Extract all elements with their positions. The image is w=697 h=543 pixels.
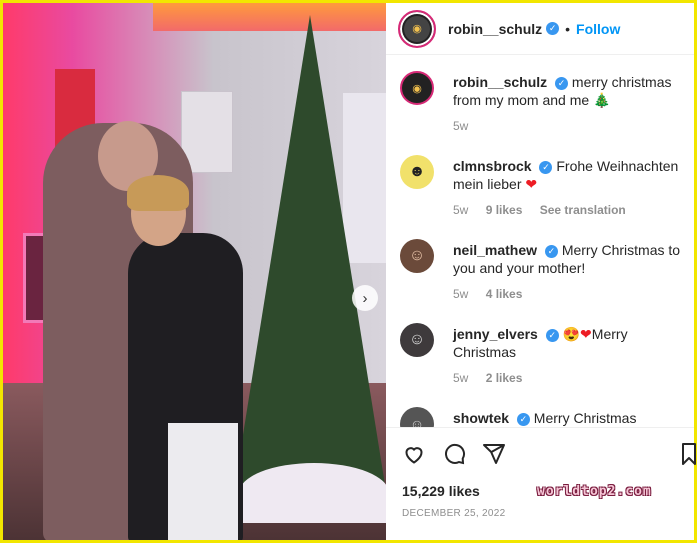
heart-outline-icon[interactable]: [402, 442, 426, 466]
comment-username[interactable]: neil_mathew: [453, 242, 537, 258]
comment-text: robin__schulz ✓ merry christmas from my …: [453, 73, 685, 109]
comment-text: neil_mathew ✓ Merry Christmas to you and…: [453, 241, 685, 277]
verified-badge-icon: ✓: [555, 76, 569, 90]
comment-age: 5w: [453, 119, 469, 133]
verified-badge-icon: ✓: [539, 160, 553, 174]
comment-age: 5w: [453, 287, 469, 301]
comment-age: 5w: [453, 203, 469, 217]
avatar-image: ☺: [408, 247, 426, 264]
verified-badge-icon: ✓: [545, 328, 559, 342]
chevron-right-icon[interactable]: ›: [352, 285, 378, 311]
post-date: DECEMBER 25, 2022: [402, 508, 506, 519]
see-translation-link[interactable]: See translation: [540, 203, 626, 217]
avatar[interactable]: ☺: [400, 407, 434, 427]
verified-badge-icon: ✓: [516, 412, 530, 426]
avatar[interactable]: ◉: [400, 71, 434, 105]
action-icons: [402, 442, 506, 466]
comment-likes[interactable]: 2 likes: [486, 371, 523, 385]
comment-bubble-icon[interactable]: [442, 442, 466, 466]
separator-dot: •: [565, 20, 571, 37]
comment-text: clmnsbrock ✓ Frohe Weihnachten mein lieb…: [453, 157, 685, 193]
comments-list[interactable]: ◉ robin__schulz ✓ merry christmas from m…: [386, 55, 694, 427]
avatar-image: ☻: [408, 163, 426, 180]
watermark: worldtop2.com: [537, 484, 652, 499]
verified-badge-icon: ✓: [544, 244, 558, 258]
heart-icon: ❤: [525, 176, 538, 192]
paper-plane-icon[interactable]: [482, 442, 506, 466]
comment-username[interactable]: robin__schulz: [453, 74, 547, 90]
comment-text: showtek ✓ Merry Christmas: [453, 409, 685, 427]
woman-hair: [127, 175, 189, 211]
post-photo[interactable]: ›: [3, 3, 386, 540]
bookmark-icon[interactable]: [682, 442, 696, 471]
comment-likes[interactable]: 4 likes: [486, 287, 523, 301]
comment-meta: 5w: [453, 119, 482, 133]
post-header: ◉ robin__schulz ✓ • Follow: [386, 3, 694, 55]
avatar-image: ☺: [409, 416, 425, 427]
avatar-image: ◉: [404, 15, 430, 42]
comment-meta: 5w 2 likes: [453, 371, 536, 385]
avatar[interactable]: ☻: [400, 155, 434, 189]
comment-meta: 5w 4 likes: [453, 287, 536, 301]
comment-username[interactable]: clmnsbrock: [453, 158, 532, 174]
comment-username[interactable]: jenny_elvers: [453, 326, 538, 342]
avatar-image: ☺: [408, 331, 426, 348]
post-sidebar: ◉ robin__schulz ✓ • Follow ◉ robin__schu…: [386, 3, 696, 540]
christmas-tree: [235, 15, 385, 485]
follow-button[interactable]: Follow: [576, 21, 620, 37]
comment-body: Merry Christmas: [533, 410, 637, 426]
comment-meta: 5w 9 likes See translation: [453, 203, 640, 217]
author-avatar[interactable]: ◉: [398, 9, 436, 48]
author-username[interactable]: robin__schulz: [448, 21, 542, 37]
tree-skirt: [239, 463, 386, 523]
comment-age: 5w: [453, 371, 469, 385]
christmas-tree-icon: 🎄: [593, 92, 611, 108]
comment-text: jenny_elvers ✓ 😍❤Merry Christmas: [453, 325, 685, 361]
woman-legs: [168, 423, 238, 540]
avatar[interactable]: ☺: [400, 239, 434, 273]
heart-eyes-icon: 😍❤: [562, 326, 592, 342]
comment-username[interactable]: showtek: [453, 410, 509, 426]
comment-likes[interactable]: 9 likes: [486, 203, 523, 217]
likes-count[interactable]: 15,229 likes: [402, 483, 480, 499]
avatar[interactable]: ☺: [400, 323, 434, 357]
avatar-image: ◉: [412, 82, 422, 95]
verified-badge-icon: ✓: [546, 22, 560, 35]
